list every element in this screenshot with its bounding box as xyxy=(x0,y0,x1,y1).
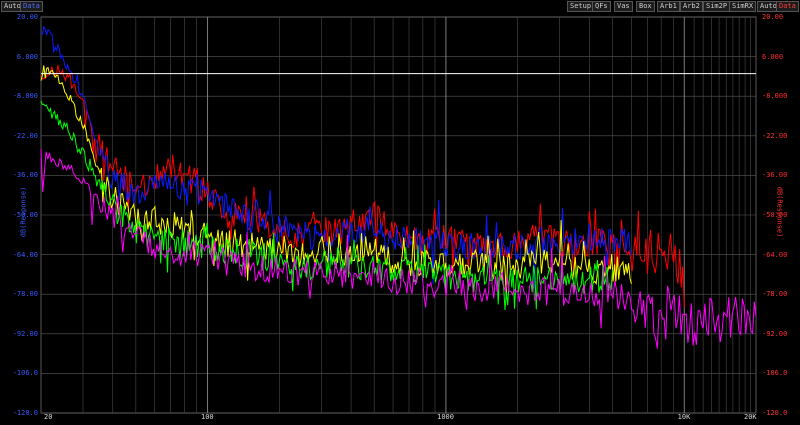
y-tick-label-left: -106.0 xyxy=(12,369,38,378)
y-tick-label-right: -36.00 xyxy=(762,171,788,180)
y-tick-label-right: 6.000 xyxy=(762,52,784,61)
y-tick-label-right: -22.00 xyxy=(762,131,788,140)
y-tick-label-left: 6.000 xyxy=(16,52,38,61)
y-tick-label-right: -64.00 xyxy=(762,250,788,259)
y-tick-label-right: -106.0 xyxy=(762,369,788,378)
frequency-response-chart[interactable] xyxy=(0,0,800,425)
y-tick-label-left: -36.00 xyxy=(12,171,38,180)
x-tick-label: 1000 xyxy=(437,413,454,421)
series-line xyxy=(40,25,632,290)
y-tick-label-left: -8.000 xyxy=(12,92,38,101)
x-tick-label: 100 xyxy=(200,413,214,421)
y-tick-label-left: 20.00 xyxy=(16,13,38,21)
y-tick-label-right: -120.0 xyxy=(762,409,788,417)
left-y-axis-label: dB(Response) xyxy=(19,186,28,238)
y-tick-label-left: -22.00 xyxy=(12,131,38,140)
y-tick-label-left: -120.0 xyxy=(12,409,38,417)
y-tick-label-left: -78.00 xyxy=(12,290,38,299)
x-tick-label: 10K xyxy=(677,413,691,421)
x-tick-label: 20 xyxy=(44,413,53,421)
chart-series xyxy=(40,25,757,349)
x-tick-label: 20K xyxy=(744,413,757,421)
y-tick-label-left: -64.00 xyxy=(12,250,38,259)
y-tick-label-left: -92.00 xyxy=(12,329,38,338)
chart-grid xyxy=(40,16,757,414)
right-y-axis-label: dB(Response) xyxy=(775,186,784,238)
y-tick-label-right: 20.00 xyxy=(762,13,784,21)
y-tick-label-right: -92.00 xyxy=(762,329,788,338)
series-line xyxy=(40,100,613,311)
y-tick-label-right: -78.00 xyxy=(762,290,788,299)
y-tick-label-right: -8.000 xyxy=(762,92,788,101)
